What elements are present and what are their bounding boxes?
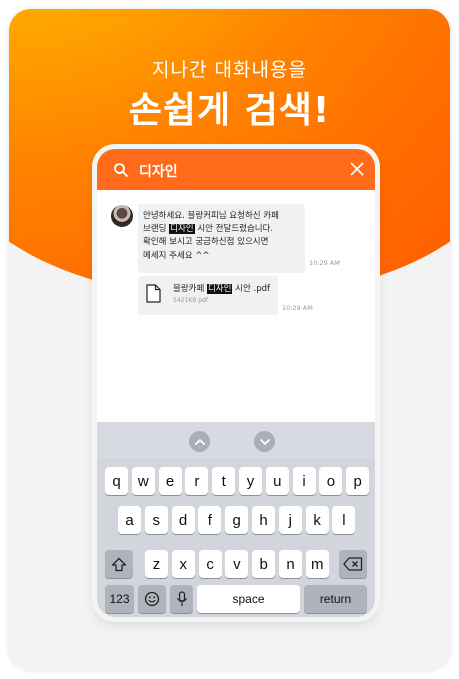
headline-title: 손쉽게 검색!: [128, 90, 331, 131]
key-t[interactable]: t: [212, 467, 236, 495]
key-c[interactable]: c: [198, 550, 222, 578]
microphone-key[interactable]: [170, 585, 193, 613]
headline-subtitle: 지나간 대화내용을: [152, 59, 307, 81]
key-w[interactable]: w: [131, 467, 155, 495]
file-name-text: 블랑카페: [173, 284, 207, 294]
key-m[interactable]: m: [305, 550, 329, 578]
file-name: 블랑카페 디자인 시안 .pdf: [173, 282, 270, 294]
key-d[interactable]: d: [171, 506, 195, 534]
key-b[interactable]: b: [252, 550, 276, 578]
chevron-down-icon: [259, 438, 270, 445]
backspace-key[interactable]: [339, 550, 367, 578]
search-input[interactable]: 디자인: [139, 161, 178, 181]
file-timestamp: 10:29 AM: [282, 304, 313, 312]
message-line: 브랜딩 디자인 시안 전달드렸습니다.: [143, 223, 305, 236]
next-result-button[interactable]: [254, 431, 275, 452]
backspace-icon: [343, 557, 363, 571]
key-p[interactable]: p: [346, 467, 370, 495]
phone-mockup: 디자인 안녕하세요. 블랑커피님 요청하신 카페 브랜딩 디자인 시안 전달드렸…: [97, 149, 375, 617]
file-size: 5421KB pdf: [173, 297, 208, 304]
key-e[interactable]: e: [158, 467, 182, 495]
file-attachment[interactable]: 블랑카페 디자인 시안 .pdf 5421KB pdf: [138, 276, 278, 315]
file-icon: [146, 284, 161, 303]
message-line: 확인해 보시고 궁금하신점 있으시면: [143, 237, 269, 248]
key-f[interactable]: f: [198, 506, 222, 534]
avatar[interactable]: [111, 205, 133, 227]
key-v[interactable]: v: [225, 550, 249, 578]
message-bubble: 안녕하세요. 블랑커피님 요청하신 카페 브랜딩 디자인 시안 전달드렸습니다.…: [138, 204, 305, 273]
message-text: 시안 전달드렸습니다.: [194, 224, 274, 235]
key-y[interactable]: y: [239, 467, 262, 495]
return-key[interactable]: return: [304, 585, 367, 613]
key-a[interactable]: a: [118, 506, 141, 534]
file-name-text: 시안 .pdf: [232, 284, 270, 294]
chat-area: 안녕하세요. 블랑커피님 요청하신 카페 브랜딩 디자인 시안 전달드렸습니다.…: [97, 190, 375, 422]
key-j[interactable]: j: [278, 506, 302, 534]
microphone-icon: [176, 591, 187, 606]
emoji-key[interactable]: [138, 585, 166, 613]
key-r[interactable]: r: [185, 467, 209, 495]
previous-result-button[interactable]: [189, 431, 210, 452]
message-text: 브랜딩: [143, 224, 170, 235]
message-timestamp: 10:29 AM: [309, 259, 340, 267]
key-z[interactable]: z: [145, 550, 168, 578]
search-highlight: 디자인: [206, 284, 233, 294]
key-x[interactable]: x: [171, 550, 195, 578]
emoji-icon: [144, 591, 160, 607]
message-line: 안녕하세요. 블랑커피님 요청하신 카페: [143, 211, 279, 221]
search-highlight: 디자인: [169, 224, 195, 235]
close-icon[interactable]: [349, 161, 365, 177]
key-u[interactable]: u: [265, 467, 289, 495]
chevron-up-icon: [194, 438, 205, 445]
message-line: 메세지 주세요 ^^: [143, 250, 210, 261]
shift-key[interactable]: [105, 550, 133, 578]
keyboard: qwertyuiop asdfghjkl zxcvbnm 123 space r…: [97, 422, 375, 617]
key-q[interactable]: q: [105, 467, 128, 495]
space-key[interactable]: space: [197, 585, 300, 613]
search-icon: [114, 163, 128, 177]
key-n[interactable]: n: [279, 550, 302, 578]
numbers-key[interactable]: 123: [105, 585, 134, 613]
shift-icon: [111, 557, 127, 571]
promo-card: 지나간 대화내용을 손쉽게 검색! 디자인 안녕하세요. 블랑커피님 요청하신 …: [9, 9, 450, 670]
search-bar: 디자인: [97, 149, 375, 190]
search-nav-row: [97, 422, 375, 458]
key-s[interactable]: s: [144, 506, 168, 534]
key-h[interactable]: h: [252, 506, 275, 534]
key-l[interactable]: l: [332, 506, 356, 534]
key-i[interactable]: i: [292, 467, 316, 495]
key-g[interactable]: g: [225, 506, 249, 534]
key-o[interactable]: o: [319, 467, 343, 495]
key-k[interactable]: k: [305, 506, 329, 534]
